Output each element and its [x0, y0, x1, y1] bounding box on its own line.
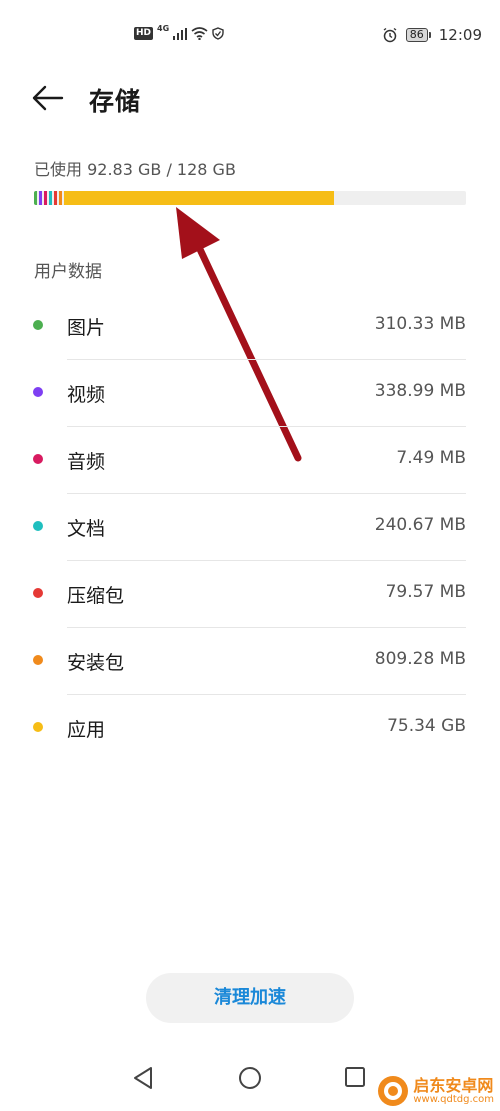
category-size: 79.57 MB — [385, 582, 466, 602]
network-type: 4G — [157, 24, 170, 33]
category-color-dot — [33, 387, 43, 397]
category-color-dot — [33, 722, 43, 732]
storage-category-row[interactable]: 安装包 809.28 MB — [0, 628, 500, 695]
clean-speedup-button[interactable]: 清理加速 — [146, 973, 354, 1023]
category-size: 75.34 GB — [387, 716, 466, 736]
category-name: 压缩包 — [67, 585, 125, 607]
storage-bar-segment — [54, 191, 57, 205]
category-size: 809.28 MB — [374, 649, 466, 669]
category-name: 应用 — [67, 719, 106, 741]
storage-category-row[interactable]: 音频 7.49 MB — [0, 427, 500, 494]
wifi-icon — [191, 27, 208, 40]
nav-recents-button[interactable] — [338, 1060, 374, 1096]
battery-icon: 86 — [405, 28, 431, 42]
storage-category-row[interactable]: 压缩包 79.57 MB — [0, 561, 500, 628]
storage-used-text: 已使用 92.83 GB / 128 GB — [34, 160, 236, 179]
battery-level: 86 — [405, 28, 428, 42]
category-color-dot — [33, 588, 43, 598]
category-name: 视频 — [67, 384, 106, 406]
category-size: 240.67 MB — [374, 515, 466, 535]
category-size: 7.49 MB — [396, 448, 466, 468]
category-color-dot — [33, 655, 43, 665]
back-triangle-icon — [134, 1067, 152, 1089]
back-button[interactable] — [30, 80, 70, 116]
user-data-title: 用户数据 — [34, 262, 102, 282]
category-color-dot — [33, 454, 43, 464]
storage-bar-segment — [34, 191, 37, 205]
storage-bar-segment — [64, 191, 334, 205]
category-name: 安装包 — [67, 652, 125, 674]
nav-back-button[interactable] — [125, 1060, 161, 1096]
category-color-dot — [33, 521, 43, 531]
status-bar: HD 4G 86 12:09 — [0, 0, 500, 74]
storage-bar-segment — [59, 191, 62, 205]
nav-home-button[interactable] — [232, 1060, 268, 1096]
category-size: 338.99 MB — [374, 381, 466, 401]
back-arrow-icon — [32, 85, 64, 111]
watermark-text: 启东安卓网 www.qdtdg.com — [413, 1077, 494, 1106]
category-name: 文档 — [67, 518, 106, 540]
storage-bar-segment — [39, 191, 42, 205]
category-name: 音频 — [67, 451, 106, 473]
storage-bar-segment — [44, 191, 47, 205]
hd-badge: HD — [134, 27, 154, 40]
signal-icon — [173, 27, 188, 40]
shield-icon — [212, 27, 224, 40]
storage-category-row[interactable]: 应用 75.34 GB — [0, 695, 500, 762]
watermark-url: www.qdtdg.com — [413, 1094, 494, 1106]
storage-bar-segment — [49, 191, 52, 205]
alarm-icon — [383, 27, 397, 43]
watermark-logo-icon — [378, 1076, 409, 1106]
storage-category-row[interactable]: 视频 338.99 MB — [0, 360, 500, 427]
status-left: HD 4G — [134, 24, 224, 40]
storage-category-row[interactable]: 文档 240.67 MB — [0, 494, 500, 561]
page-header: 存储 — [0, 72, 500, 124]
status-right: 86 12:09 — [382, 26, 482, 44]
recents-square-icon — [345, 1067, 365, 1087]
home-circle-icon — [239, 1067, 261, 1089]
category-name: 图片 — [67, 317, 106, 339]
page-title: 存储 — [89, 87, 142, 116]
watermark-name: 启东安卓网 — [413, 1075, 494, 1095]
user-data-list: 图片 310.33 MB 视频 338.99 MB 音频 7.49 MB 文档 240.67 … — [0, 293, 500, 762]
storage-usage-bar — [34, 191, 466, 205]
category-color-dot — [33, 320, 43, 330]
storage-category-row[interactable]: 图片 310.33 MB — [0, 293, 500, 360]
category-size: 310.33 MB — [374, 314, 466, 334]
watermark: 启东安卓网 www.qdtdg.com — [377, 1075, 494, 1107]
clock: 12:09 — [438, 26, 482, 44]
